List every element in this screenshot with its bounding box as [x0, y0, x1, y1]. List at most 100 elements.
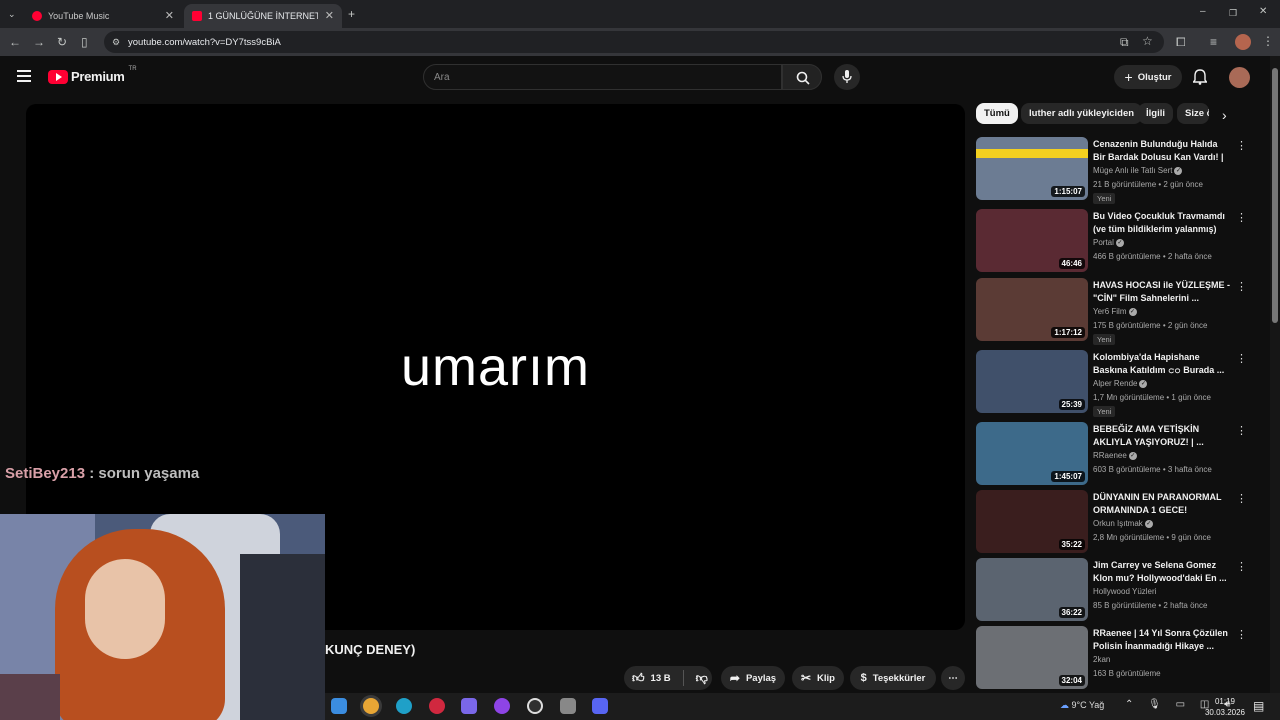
- tab-youtube-music[interactable]: YouTube Music ✕: [24, 4, 182, 28]
- video-thumbnail[interactable]: 35:22: [976, 490, 1088, 553]
- discord-icon[interactable]: [592, 698, 608, 714]
- minimize-icon[interactable]: –: [1200, 6, 1206, 18]
- copilot-icon[interactable]: [461, 698, 477, 714]
- video-title[interactable]: Jim Carrey ve Selena Gomez Klon mu? Holl…: [1093, 559, 1231, 585]
- channel-name[interactable]: Orkun Işıtmak ✓: [1093, 519, 1153, 528]
- chips-next-arrow-icon[interactable]: ›: [1222, 107, 1227, 123]
- verified-icon: ✓: [1115, 238, 1124, 247]
- recommendation-item[interactable]: 1:17:12 HAVAS HOCASI ile YÜZLEŞME - "CİN…: [976, 278, 1266, 345]
- recommendation-item[interactable]: 25:39 Kolombiya'da Hapishane Baskına Kat…: [976, 350, 1266, 417]
- channel-name[interactable]: Alper Rende ✓: [1093, 379, 1148, 388]
- chip-for-you[interactable]: Size ö: [1177, 103, 1209, 124]
- more-options-icon[interactable]: ⋮: [1236, 424, 1247, 437]
- forward-icon[interactable]: →: [33, 36, 45, 48]
- notifications-bell-icon[interactable]: [1192, 69, 1208, 85]
- video-thumbnail[interactable]: 1:45:07: [976, 422, 1088, 485]
- channel-name[interactable]: Portal ✓: [1093, 238, 1124, 247]
- video-thumbnail[interactable]: 1:17:12: [976, 278, 1088, 341]
- account-avatar[interactable]: [1229, 67, 1250, 88]
- chrome-taskbar-icon[interactable]: [363, 698, 379, 714]
- more-options-icon[interactable]: ⋮: [1236, 211, 1247, 224]
- site-info-icon[interactable]: ⚙: [112, 36, 120, 48]
- voice-search-button[interactable]: [834, 64, 860, 90]
- extensions-icon[interactable]: ⧠: [1176, 36, 1186, 48]
- close-tab-icon[interactable]: ✕: [325, 9, 334, 22]
- video-thumbnail[interactable]: 46:46: [976, 209, 1088, 272]
- channel-name[interactable]: Hollywood Yüzleri: [1093, 587, 1156, 596]
- clip-button[interactable]: ✂ Klip: [792, 666, 844, 690]
- video-meta: 85 B görüntüleme • 2 hafta önce: [1093, 601, 1208, 610]
- more-actions-button[interactable]: ⋯: [941, 666, 965, 690]
- notification-center-icon[interactable]: ▤: [1253, 699, 1264, 713]
- app-icon[interactable]: [494, 698, 510, 714]
- video-duration: 1:45:07: [1051, 471, 1085, 482]
- video-title[interactable]: HAVAS HOCASI ile YÜZLEŞME - "CİN" Film S…: [1093, 279, 1231, 305]
- recommendation-item[interactable]: 1:15:07 Cenazenin Bulunduğu Halıda Bir B…: [976, 137, 1266, 204]
- dislike-button[interactable]: 👎︎: [696, 671, 708, 686]
- side-panel-icon[interactable]: ▯: [81, 36, 88, 48]
- video-thumbnail[interactable]: 1:15:07: [976, 137, 1088, 200]
- settings-icon[interactable]: [560, 698, 576, 714]
- like-button[interactable]: 👍︎ 13 B: [632, 671, 671, 686]
- youtube-logo[interactable]: Premium TR: [48, 65, 137, 84]
- channel-name[interactable]: Müge Anlı ile Tatlı Sert ✓: [1093, 166, 1183, 175]
- logo-country: TR: [128, 65, 137, 72]
- recommendation-item[interactable]: 46:46 Bu Video Çocukluk Travmamdı (ve tü…: [976, 209, 1266, 275]
- maximize-icon[interactable]: ❐: [1229, 7, 1237, 19]
- recommendation-item[interactable]: 36:22 Jim Carrey ve Selena Gomez Klon mu…: [976, 558, 1266, 624]
- edge-icon[interactable]: [396, 698, 412, 714]
- page-scrollbar[interactable]: [1270, 56, 1280, 693]
- video-title[interactable]: Cenazenin Bulunduğu Halıda Bir Bardak Do…: [1093, 138, 1231, 165]
- channel-name[interactable]: RRaenee ✓: [1093, 451, 1137, 460]
- file-explorer-icon[interactable]: [331, 698, 347, 714]
- video-title[interactable]: Kolombiya'da Hapishane Baskına Katıldım …: [1093, 351, 1231, 377]
- more-options-icon[interactable]: ⋮: [1236, 139, 1247, 152]
- profile-avatar[interactable]: [1235, 34, 1251, 50]
- more-options-icon[interactable]: ⋮: [1236, 492, 1247, 505]
- tab-search-icon[interactable]: ⌄: [8, 8, 16, 20]
- browser-menu-icon[interactable]: ⋮: [1262, 35, 1274, 47]
- window-close-icon[interactable]: ✕: [1259, 6, 1267, 18]
- search-input[interactable]: Ara: [423, 64, 782, 90]
- back-icon[interactable]: ←: [9, 36, 21, 48]
- more-options-icon[interactable]: ⋮: [1236, 560, 1247, 573]
- video-title[interactable]: DÜNYANIN EN PARANORMAL ORMANINDA 1 GECE!: [1093, 491, 1231, 517]
- address-bar[interactable]: ⚙ youtube.com/watch?v=DY7tss9cBiA: [104, 31, 1164, 53]
- install-app-icon[interactable]: ⧉: [1120, 36, 1129, 48]
- more-options-icon[interactable]: ⋮: [1236, 280, 1247, 293]
- share-button[interactable]: ➦ Paylaş: [721, 666, 785, 690]
- media-control-icon[interactable]: ≡: [1210, 36, 1217, 48]
- weather-text: 9°C Yağ: [1071, 700, 1105, 710]
- opera-icon[interactable]: [429, 698, 445, 714]
- video-thumbnail[interactable]: 25:39: [976, 350, 1088, 413]
- video-title[interactable]: RRaenee | 14 Yıl Sonra Çözülen Polisin İ…: [1093, 627, 1231, 653]
- hamburger-menu-icon[interactable]: [17, 70, 31, 82]
- obs-icon[interactable]: [527, 698, 543, 714]
- clock[interactable]: 01:19 30.03.2026: [1200, 696, 1250, 718]
- channel-name[interactable]: 2kan: [1093, 655, 1110, 664]
- new-tab-icon[interactable]: +: [348, 8, 355, 20]
- chip-from-uploader[interactable]: luther adlı yükleyiciden: [1021, 103, 1143, 124]
- more-options-icon[interactable]: ⋮: [1236, 352, 1247, 365]
- close-tab-icon[interactable]: ✕: [165, 9, 174, 22]
- create-button[interactable]: + Oluştur: [1114, 65, 1182, 89]
- chat-text: : sorun yaşama: [85, 465, 200, 482]
- video-title[interactable]: BEBEĞİZ AMA YETİŞKİN AKLIYLA YAŞIYORUZ! …: [1093, 423, 1231, 449]
- tab-active-video[interactable]: 1 GÜNLÜĞÜNE İNTERNETTE ÇÖ ✕: [184, 4, 342, 28]
- more-options-icon[interactable]: ⋮: [1236, 628, 1247, 641]
- weather-widget[interactable]: ☁ 9°C Yağ: [1060, 700, 1104, 711]
- video-thumbnail[interactable]: 36:22: [976, 558, 1088, 621]
- recommendation-item[interactable]: 35:22 DÜNYANIN EN PARANORMAL ORMANINDA 1…: [976, 490, 1266, 556]
- thanks-button[interactable]: $ Teşekkürler: [850, 666, 936, 690]
- recommendation-item[interactable]: 1:45:07 BEBEĞİZ AMA YETİŞKİN AKLIYLA YAŞ…: [976, 422, 1266, 488]
- chip-related[interactable]: İlgili: [1138, 103, 1173, 124]
- chip-all[interactable]: Tümü: [976, 103, 1018, 124]
- recommendation-item[interactable]: 32:04 RRaenee | 14 Yıl Sonra Çözülen Pol…: [976, 626, 1266, 692]
- search-button[interactable]: [782, 64, 822, 90]
- video-thumbnail[interactable]: 32:04: [976, 626, 1088, 689]
- video-title[interactable]: Bu Video Çocukluk Travmamdı (ve tüm bild…: [1093, 210, 1231, 236]
- channel-name-text: Alper Rende: [1093, 379, 1138, 388]
- reload-icon[interactable]: ↻: [57, 36, 67, 48]
- bookmark-star-icon[interactable]: ☆: [1142, 35, 1153, 47]
- channel-name[interactable]: Yer6 Film ✓: [1093, 307, 1137, 316]
